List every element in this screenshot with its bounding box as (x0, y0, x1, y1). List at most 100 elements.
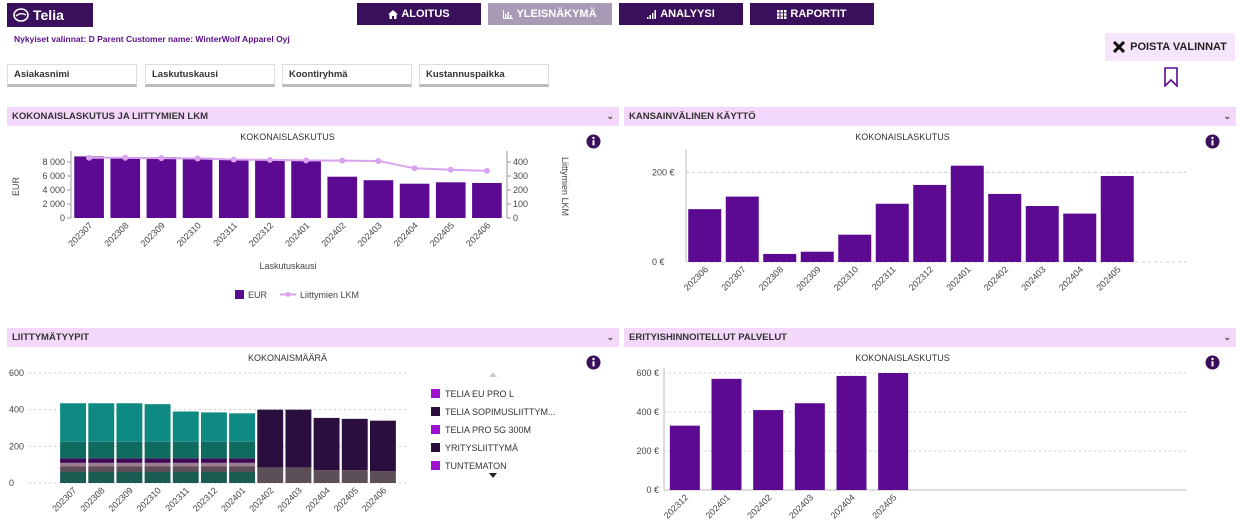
y-tick-label: 200 € (652, 167, 675, 177)
x-tick-label: 202312 (907, 264, 935, 292)
legend-label: YRITYSLIITTYMÄ (445, 443, 518, 453)
x-tick-label: 202404 (392, 220, 420, 248)
bar-eur (399, 183, 430, 218)
bar-chart-icon (503, 9, 514, 19)
x-tick-label: 202402 (982, 264, 1010, 292)
x-tick-label: 202406 (464, 220, 492, 248)
bar-eur (74, 156, 104, 218)
y-tick-label: 0 € (652, 257, 665, 267)
bookmark-icon[interactable] (1163, 67, 1179, 87)
nav-aloitus-button[interactable]: ALOITUS (357, 3, 481, 25)
bar-eur (110, 158, 141, 218)
bar (988, 193, 1022, 262)
panel-header-billing[interactable]: KOKONAISLASKUTUS JA LIITTYMIEN LKM ⌄ (7, 107, 619, 126)
stack-segment (229, 458, 256, 463)
legend-swatch (431, 389, 440, 398)
x-tick-label: 202401 (944, 264, 972, 292)
chart-title: KOKONAISLASKUTUS (240, 132, 335, 142)
stack-segment (172, 411, 199, 442)
bar-eur (218, 159, 249, 218)
stack-segment (60, 466, 87, 472)
bar-eur (255, 159, 285, 218)
stack-segment (200, 458, 227, 463)
chevron-down-icon[interactable]: ⌄ (606, 111, 614, 122)
stack-segment (60, 441, 87, 459)
line-point (158, 155, 165, 162)
chevron-down-icon[interactable]: ⌄ (606, 332, 614, 343)
stack-segment (172, 472, 199, 483)
stack-segment (116, 458, 143, 463)
x-tick-label: 202312 (662, 492, 690, 520)
info-icon[interactable] (1205, 355, 1220, 370)
panel-title: KOKONAISLASKUTUS JA LIITTYMIEN LKM (12, 111, 208, 122)
panel-header-special-services[interactable]: ERITYISHINNOITELLUT PALVELUT ⌄ (624, 328, 1236, 347)
x-tick-label: 202401 (704, 492, 732, 520)
info-icon[interactable] (586, 134, 601, 149)
bar (836, 375, 867, 490)
stack-segment (341, 470, 368, 483)
stack-segment (88, 472, 115, 483)
bar (711, 378, 742, 490)
y-tick-label: 6 000 (42, 171, 65, 181)
stack-segment (200, 462, 227, 467)
bar (878, 373, 909, 490)
info-icon[interactable] (1205, 134, 1220, 149)
x-tick-label: 202307 (50, 485, 78, 513)
y-tick-label: 400 (9, 405, 24, 415)
chevron-down-icon[interactable]: ⌄ (1223, 111, 1231, 122)
legend-label: TELIA PRO 5G 300M (445, 425, 531, 435)
stack-segment (369, 420, 396, 472)
x-tick-label: 202312 (191, 485, 219, 513)
chevron-down-icon[interactable]: ⌄ (1223, 332, 1231, 343)
bar (838, 234, 872, 262)
legend-label: TELIA EU PRO L (445, 389, 514, 399)
y2-tick-label: 0 (513, 213, 518, 223)
bar-eur (182, 157, 213, 218)
x-tick-label: 202309 (107, 485, 135, 513)
bar-eur (291, 159, 321, 218)
home-icon (388, 9, 399, 19)
legend-label: Liittymien LKM (300, 290, 359, 300)
bar (875, 203, 909, 262)
filter-kustannuspaikka[interactable]: Kustannuspaikka (419, 64, 549, 87)
panel-header-subscription-types[interactable]: LIITTYMÄTYYPIT ⌄ (7, 328, 619, 347)
scroll-down-icon (489, 473, 497, 478)
chart-billing-combo: 0 2 000 4 000 6 000 8 000 0 100 200 300 400 EUR Lii… (11, 151, 570, 300)
bar (1025, 206, 1059, 262)
bar (1063, 213, 1097, 262)
filter-asiakasnimi[interactable]: Asiakasnimi (7, 64, 137, 87)
stack-segment (229, 466, 256, 472)
panel-title: ERITYISHINNOITELLUT PALVELUT (629, 332, 787, 343)
line-point (86, 154, 93, 161)
scroll-up-icon (489, 372, 497, 377)
nav-label: RAPORTIT (790, 8, 847, 20)
y2-tick-label: 400 (513, 157, 528, 167)
x-tick-label: 202310 (175, 220, 203, 248)
clear-selections-button[interactable]: POISTA VALINNAT (1105, 33, 1235, 61)
x-tick-label: 202406 (360, 485, 388, 513)
x-tick-label: 202311 (211, 220, 239, 248)
x-tick-label: 202401 (283, 220, 311, 248)
filter-laskutuskausi[interactable]: Laskutuskausi (145, 64, 275, 87)
y2-tick-label: 300 (513, 171, 528, 181)
panel-header-international[interactable]: KANSAINVÄLINEN KÄYTTÖ ⌄ (624, 107, 1236, 126)
nav-raportit-button[interactable]: RAPORTIT (750, 3, 874, 25)
x-tick-label: 202402 (745, 492, 773, 520)
filter-koontiryhma[interactable]: Koontiryhmä (282, 64, 412, 87)
telia-logo[interactable]: Telia (7, 3, 93, 27)
x-tick-label: 202401 (219, 485, 247, 513)
y-tick-label: 0 (60, 213, 65, 223)
grid-icon (777, 9, 787, 19)
x-tick-label: 202404 (829, 492, 857, 520)
chart-title: KOKONAISLASKUTUS (855, 353, 950, 363)
x-tick-label: 202308 (102, 220, 130, 248)
x-tick-label: 202405 (1094, 264, 1122, 292)
line-point (483, 167, 490, 174)
nav-yleisnakyma-button[interactable]: YLEISNÄKYMÄ (488, 3, 612, 25)
nav-analyysi-button[interactable]: ANALYYSI (619, 3, 743, 25)
logo-text: Telia (33, 7, 64, 23)
stack-segment (60, 462, 87, 467)
stack-segment (172, 466, 199, 472)
stack-segment (144, 404, 171, 442)
stack-segment (257, 409, 284, 468)
